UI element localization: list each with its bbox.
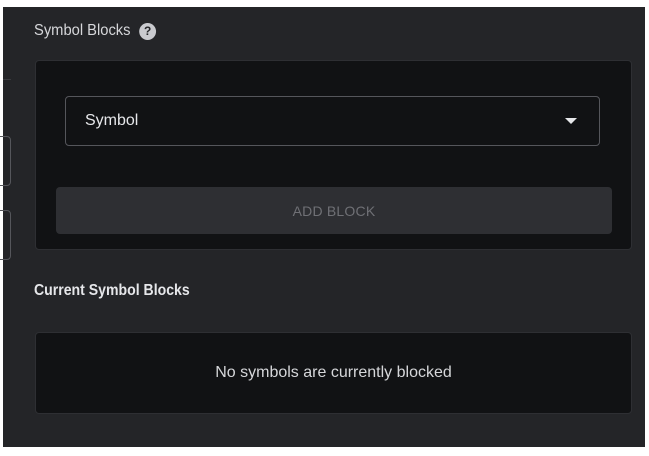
symbol-select[interactable]: Symbol <box>65 96 600 146</box>
empty-state-message: No symbols are currently blocked <box>215 364 452 381</box>
question-circle-icon[interactable]: ? <box>139 22 156 40</box>
section-title-label: Symbol Blocks <box>34 22 131 39</box>
add-block-button[interactable]: ADD BLOCK <box>56 187 612 234</box>
symbol-blocks-panel: Symbol Blocks ? Symbol ADD BLOCK Current… <box>0 7 645 447</box>
symbol-select-value: Symbol <box>85 112 139 129</box>
add-block-card: Symbol ADD BLOCK <box>35 60 632 250</box>
caret-down-icon <box>565 118 577 124</box>
section-title: Symbol Blocks ? <box>34 22 156 40</box>
current-blocks-list: No symbols are currently blocked <box>35 332 632 414</box>
left-clipped-field-2[interactable] <box>0 210 11 260</box>
current-blocks-title: Current Symbol Blocks <box>34 282 190 299</box>
left-clipped-field-1[interactable] <box>0 136 11 186</box>
left-divider <box>3 79 11 80</box>
